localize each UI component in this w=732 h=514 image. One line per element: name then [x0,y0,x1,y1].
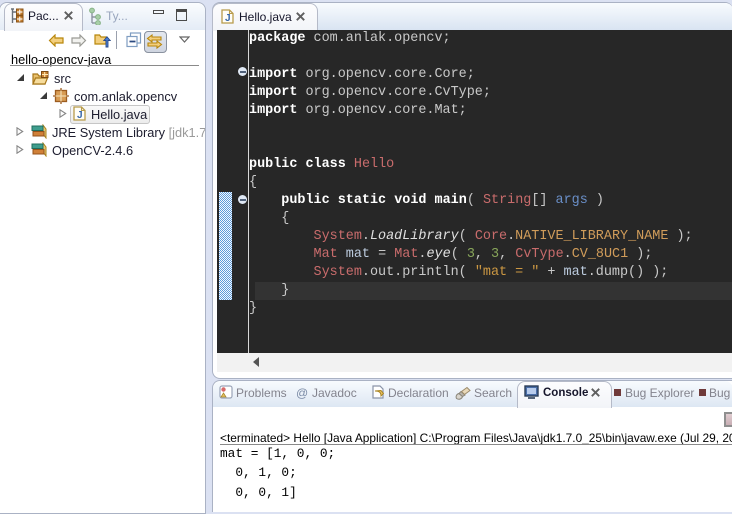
svg-text:J: J [225,13,231,24]
svg-text:J: J [77,110,83,121]
